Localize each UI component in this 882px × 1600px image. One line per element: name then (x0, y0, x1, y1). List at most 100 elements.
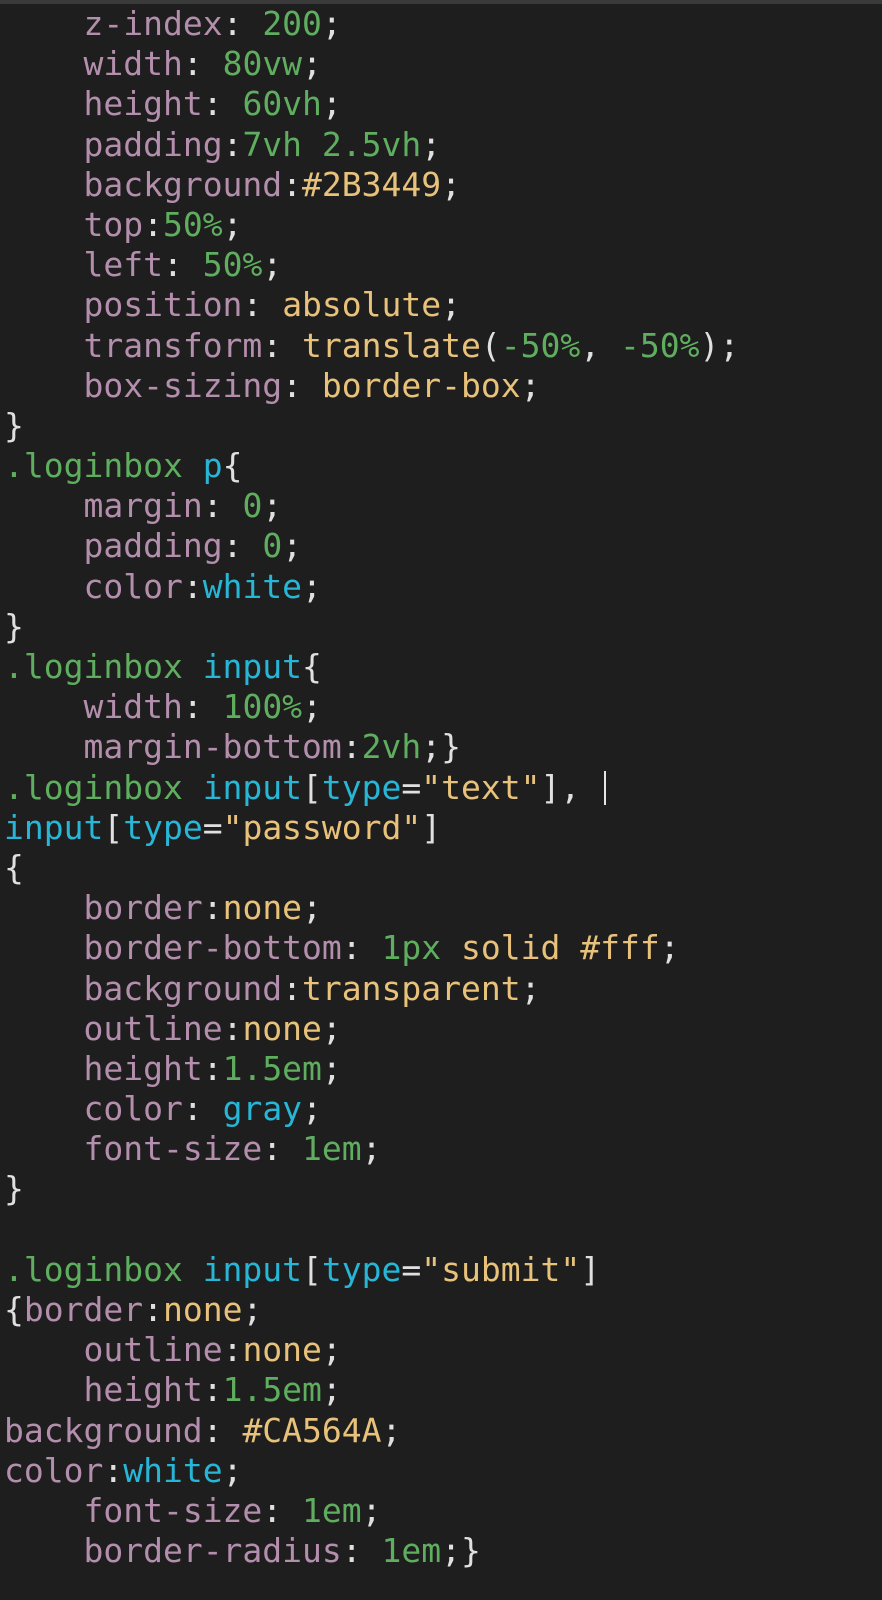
code-line[interactable]: color: gray; (0, 1089, 882, 1129)
code-token: 2vh (361, 727, 422, 767)
code-token: ; (321, 1008, 342, 1048)
code-line[interactable]: position: absolute; (0, 285, 882, 325)
code-line[interactable]: top:50%; (0, 205, 882, 245)
code-token: transform (83, 325, 263, 365)
code-token: , (580, 325, 620, 365)
code-token: solid (461, 928, 561, 968)
code-line[interactable]: border-radius: 1em;} (0, 1531, 882, 1571)
code-token: ; (302, 566, 322, 606)
code-token: ; (520, 365, 541, 405)
code-token: ; (321, 1330, 342, 1370)
code-token: font-size (83, 1490, 263, 1530)
code-token: : (282, 164, 303, 204)
code-token: 100% (222, 687, 303, 727)
code-line[interactable]: } (0, 406, 882, 446)
code-line[interactable]: { (0, 848, 882, 888)
code-token: : (182, 1089, 223, 1129)
code-token: { (302, 647, 322, 686)
code-token: : (222, 4, 263, 43)
code-line[interactable]: padding:7vh 2.5vh; (0, 125, 882, 165)
code-line[interactable]: width: 80vw; (0, 44, 882, 84)
code-token: font-size (83, 1129, 263, 1169)
code-line[interactable]: color:white; (0, 1451, 882, 1491)
code-token: box-sizing (83, 365, 283, 405)
code-line[interactable]: border:none; (0, 888, 882, 928)
code-token: left (83, 245, 163, 285)
code-token: border (23, 1290, 144, 1329)
code-token: none (242, 1330, 322, 1370)
code-token: ;} (441, 1531, 481, 1571)
code-token: z-index (83, 4, 223, 43)
code-token: [ (302, 1249, 322, 1289)
code-line[interactable] (0, 1210, 882, 1250)
code-token: ; (222, 204, 243, 244)
code-line[interactable]: outline:none; (0, 1009, 882, 1049)
code-line[interactable]: box-sizing: border-box; (0, 366, 882, 406)
code-line[interactable]: font-size: 1em; (0, 1129, 882, 1169)
code-line[interactable]: background:#2B3449; (0, 165, 882, 205)
code-line[interactable]: margin: 0; (0, 486, 882, 526)
code-line[interactable]: background:transparent; (0, 969, 882, 1009)
code-editor[interactable]: z-index: 200; width: 80vw; height: 60vh;… (0, 4, 882, 1600)
code-token: ; (282, 526, 303, 566)
code-token: ( (480, 325, 501, 365)
code-token: ); (699, 325, 740, 365)
code-token: ; (321, 1048, 342, 1088)
code-line[interactable]: border-bottom: 1px solid #fff; (0, 928, 882, 968)
code-token: ; (361, 1129, 382, 1169)
code-line[interactable]: input[type="password"] (0, 808, 882, 848)
code-token: ] (580, 1249, 601, 1289)
code-token: : (262, 325, 303, 365)
code-line[interactable]: {border:none; (0, 1290, 882, 1330)
code-token: ], (540, 767, 601, 807)
code-line[interactable]: height: 60vh; (0, 84, 882, 124)
code-token: border-radius (83, 1531, 342, 1571)
code-token: outline (83, 1008, 223, 1048)
code-line[interactable]: height:1.5em; (0, 1049, 882, 1089)
code-token: "text" (421, 767, 541, 807)
code-line[interactable]: color:white; (0, 567, 882, 607)
code-line[interactable]: .loginbox p{ (0, 446, 882, 486)
code-line[interactable]: font-size: 1em; (0, 1491, 882, 1531)
code-token: color (4, 1450, 104, 1490)
code-token: width (83, 687, 183, 727)
code-token: ; (302, 687, 322, 727)
code-token: color (83, 566, 183, 606)
code-token: : (202, 1048, 223, 1088)
code-token: = (202, 807, 223, 847)
code-line[interactable]: padding: 0; (0, 526, 882, 566)
code-token: white (202, 566, 303, 606)
code-line[interactable]: height:1.5em; (0, 1370, 882, 1410)
code-line[interactable]: transform: translate(-50%, -50%); (0, 326, 882, 366)
code-line[interactable]: background: #CA564A; (0, 1411, 882, 1451)
code-line[interactable]: .loginbox input[type="submit"] (0, 1250, 882, 1290)
code-token: : (143, 204, 163, 244)
code-line[interactable]: outline:none; (0, 1330, 882, 1370)
code-token: none (242, 1008, 322, 1048)
code-token: ; (421, 124, 442, 164)
code-token: : (202, 888, 223, 928)
code-line[interactable]: z-index: 200; (0, 4, 882, 44)
code-line[interactable]: .loginbox input{ (0, 647, 882, 687)
code-line[interactable]: .loginbox input[type="text"], (0, 768, 882, 808)
code-token: [ (103, 807, 124, 847)
code-line[interactable]: } (0, 1169, 882, 1209)
code-line[interactable]: width: 100%; (0, 687, 882, 727)
code-token: none (222, 888, 303, 928)
code-line[interactable]: } (0, 607, 882, 647)
code-token: top (83, 204, 144, 244)
code-token: ; (242, 1290, 263, 1329)
code-token: margin-bottom (83, 727, 342, 767)
code-token: #CA564A (242, 1410, 382, 1450)
code-line[interactable]: margin-bottom:2vh;} (0, 727, 882, 767)
code-token: : (282, 968, 303, 1008)
code-line[interactable]: left: 50%; (0, 245, 882, 285)
